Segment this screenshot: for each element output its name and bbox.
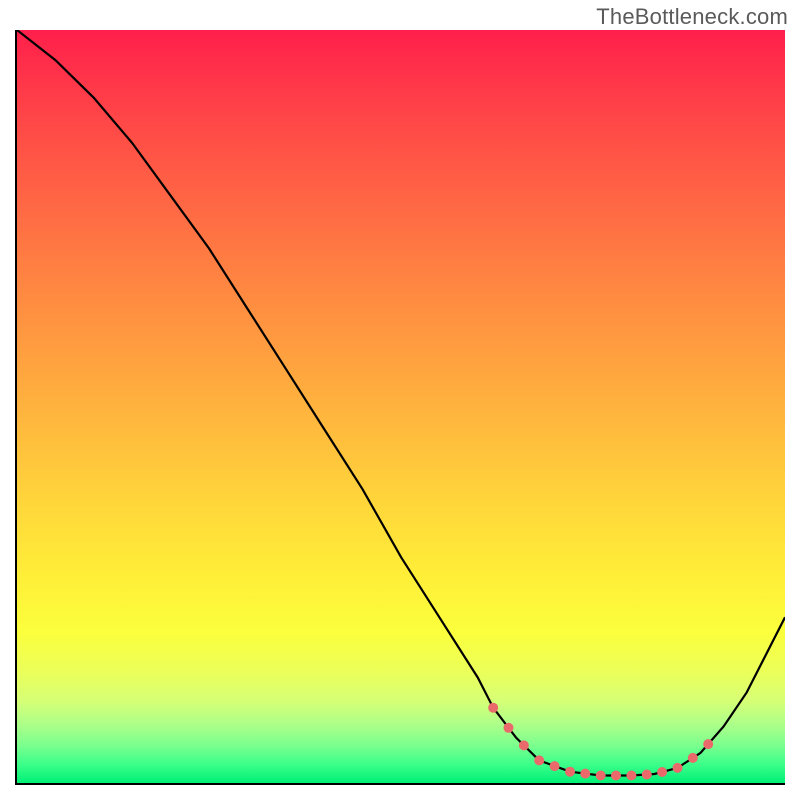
watermark-text: TheBottleneck.com	[596, 4, 788, 30]
chart-stage: TheBottleneck.com	[0, 0, 800, 800]
valley-dot	[580, 769, 590, 779]
valley-dot	[596, 771, 606, 781]
valley-dot	[504, 723, 514, 733]
valley-dot	[611, 771, 621, 781]
valley-dot	[703, 739, 713, 749]
valley-dot	[519, 740, 529, 750]
valley-dot	[565, 767, 575, 777]
valley-dots	[488, 703, 713, 781]
bottleneck-curve	[17, 30, 785, 783]
valley-dot	[626, 771, 636, 781]
valley-dot	[534, 755, 544, 765]
valley-dot	[550, 761, 560, 771]
valley-dot	[657, 767, 667, 777]
valley-dot	[688, 753, 698, 763]
valley-dot	[488, 703, 498, 713]
valley-dot	[673, 763, 683, 773]
curve-line	[17, 30, 785, 776]
valley-dot	[642, 770, 652, 780]
